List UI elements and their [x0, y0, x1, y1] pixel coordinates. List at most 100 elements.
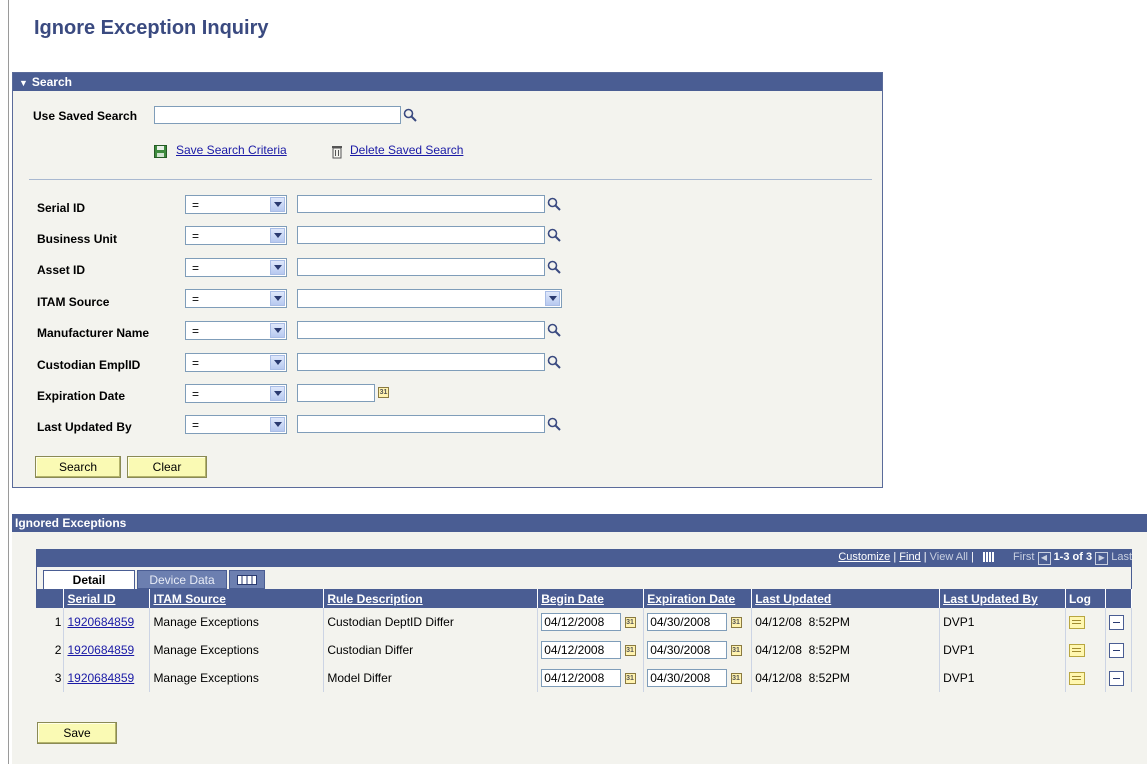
itam-source-operator-select[interactable]: = — [185, 289, 287, 308]
download-grid-icon[interactable] — [982, 552, 994, 563]
expiration-date-column-header[interactable]: Expiration Date — [643, 589, 753, 608]
lookup-icon[interactable] — [547, 197, 561, 211]
serial-id-link[interactable]: 1920684859 — [67, 643, 134, 657]
save-search-criteria-link[interactable]: Save Search Criteria — [176, 143, 287, 157]
serial-id-cell[interactable]: 1920684859 — [63, 664, 151, 692]
table-row: 3 1920684859 Manage Exceptions Model Dif… — [36, 664, 1133, 692]
row-range: 1-3 of 3 — [1053, 551, 1093, 563]
calendar-icon[interactable]: 31 — [624, 644, 636, 656]
serial-id-input[interactable] — [297, 195, 545, 213]
rule-description-column-header[interactable]: Rule Description — [323, 589, 539, 608]
delete-cell — [1105, 608, 1133, 636]
find-link[interactable]: Find — [899, 551, 920, 563]
chevron-down-icon — [270, 386, 285, 401]
log-column-header: Log — [1065, 589, 1106, 608]
serial-id-cell[interactable]: 1920684859 — [63, 608, 151, 636]
expiration-date-input[interactable]: 04/30/2008 — [647, 613, 728, 631]
next-arrow-icon[interactable]: ▶ — [1095, 552, 1109, 565]
delete-saved-search-link[interactable]: Delete Saved Search — [350, 143, 463, 157]
serial-id-link[interactable]: 1920684859 — [67, 615, 134, 629]
expiration-date-operator-select[interactable]: = — [185, 384, 287, 403]
show-all-columns-tab[interactable] — [229, 570, 265, 589]
delete-row-button[interactable] — [1108, 642, 1124, 658]
itam-source-column-header[interactable]: ITAM Source — [149, 589, 325, 608]
last-updated-by-column-header[interactable]: Last Updated By — [939, 589, 1066, 608]
begin-date-input[interactable]: 04/12/2008 — [541, 641, 622, 659]
business-unit-operator-select[interactable]: = — [185, 226, 287, 245]
lookup-icon[interactable] — [547, 260, 561, 274]
begin-date-input[interactable]: 04/12/2008 — [541, 613, 622, 631]
search-collapse-header[interactable]: ▼ Search — [13, 73, 882, 91]
calendar-icon[interactable]: 31 — [378, 387, 389, 398]
delete-row-button[interactable] — [1108, 614, 1124, 630]
lookup-icon[interactable] — [547, 417, 561, 431]
begin-date-input[interactable]: 04/12/2008 — [541, 669, 622, 687]
log-cell — [1065, 608, 1106, 636]
expiration-date-cell: 04/30/2008 31 — [643, 608, 753, 636]
lookup-icon[interactable] — [403, 108, 417, 122]
expiration-date-input[interactable] — [297, 384, 375, 402]
chevron-down-icon — [270, 228, 285, 243]
lookup-icon[interactable] — [547, 323, 561, 337]
custodian-emplid-operator-select[interactable]: = — [185, 353, 287, 372]
calendar-icon[interactable]: 31 — [624, 672, 636, 684]
log-note-icon[interactable] — [1068, 644, 1085, 658]
grid-header-row: Serial ID ITAM Source Rule Description B… — [36, 589, 1133, 608]
asset-id-input[interactable] — [297, 258, 545, 276]
log-note-icon[interactable] — [1068, 672, 1085, 686]
last-updated-by-input[interactable] — [297, 415, 545, 433]
last-updated-cell: 04/12/08 8:52PM — [751, 636, 941, 664]
tab-device-data[interactable]: Device Data — [137, 570, 227, 589]
search-header-label: Search — [31, 75, 72, 89]
delete-row-button[interactable] — [1108, 670, 1124, 686]
manufacturer-name-input[interactable] — [297, 321, 545, 339]
serial-id-column-header[interactable]: Serial ID — [63, 589, 151, 608]
serial-id-operator-select[interactable]: = — [185, 195, 287, 214]
custodian-emplid-input[interactable] — [297, 353, 545, 371]
serial-id-link[interactable]: 1920684859 — [67, 671, 134, 685]
manufacturer-name-operator-select[interactable]: = — [185, 321, 287, 340]
first-link[interactable]: First — [1013, 551, 1034, 563]
divider — [29, 179, 872, 180]
calendar-icon[interactable]: 31 — [730, 616, 742, 628]
previous-arrow-icon[interactable]: ◀ — [1037, 552, 1051, 565]
business-unit-input[interactable] — [297, 226, 545, 244]
chevron-down-icon — [270, 291, 285, 306]
last-updated-by-cell: DVP1 — [939, 636, 1066, 664]
expiration-date-cell: 04/30/2008 31 — [643, 636, 753, 664]
row-number: 2 — [36, 636, 65, 664]
save-button[interactable]: Save — [37, 722, 117, 744]
last-updated-by-cell: DVP1 — [939, 664, 1066, 692]
saved-search-input[interactable] — [154, 106, 401, 124]
last-updated-by-cell: DVP1 — [939, 608, 1066, 636]
last-updated-column-header[interactable]: Last Updated — [751, 589, 941, 608]
expiration-date-input[interactable]: 04/30/2008 — [647, 641, 728, 659]
last-updated-by-label: Last Updated By — [37, 420, 132, 434]
calendar-icon[interactable]: 31 — [624, 616, 636, 628]
search-button[interactable]: Search — [35, 456, 121, 478]
itam-source-select[interactable] — [297, 289, 562, 308]
clear-button[interactable]: Clear — [127, 456, 207, 478]
chevron-down-icon — [545, 291, 560, 306]
ignored-exceptions-grid: Serial ID ITAM Source Rule Description B… — [36, 589, 1133, 692]
custodian-emplid-label: Custodian EmplID — [37, 358, 141, 372]
last-link[interactable]: Last — [1111, 551, 1132, 563]
save-disk-icon — [154, 145, 167, 158]
expiration-date-input[interactable]: 04/30/2008 — [647, 669, 728, 687]
view-all-link[interactable]: View All — [930, 551, 968, 563]
lookup-icon[interactable] — [547, 355, 561, 369]
last-updated-by-operator-select[interactable]: = — [185, 415, 287, 434]
trash-icon — [332, 146, 342, 159]
tab-detail[interactable]: Detail — [43, 570, 135, 589]
serial-id-cell[interactable]: 1920684859 — [63, 636, 151, 664]
page-title: Ignore Exception Inquiry — [34, 17, 269, 39]
expiration-date-cell: 04/30/2008 31 — [643, 664, 753, 692]
customize-link[interactable]: Customize — [838, 551, 890, 563]
lookup-icon[interactable] — [547, 228, 561, 242]
asset-id-operator-select[interactable]: = — [185, 258, 287, 277]
log-note-icon[interactable] — [1068, 616, 1085, 630]
calendar-icon[interactable]: 31 — [730, 644, 742, 656]
calendar-icon[interactable]: 31 — [730, 672, 742, 684]
itam-source-cell: Manage Exceptions — [149, 636, 325, 664]
begin-date-column-header[interactable]: Begin Date — [537, 589, 645, 608]
